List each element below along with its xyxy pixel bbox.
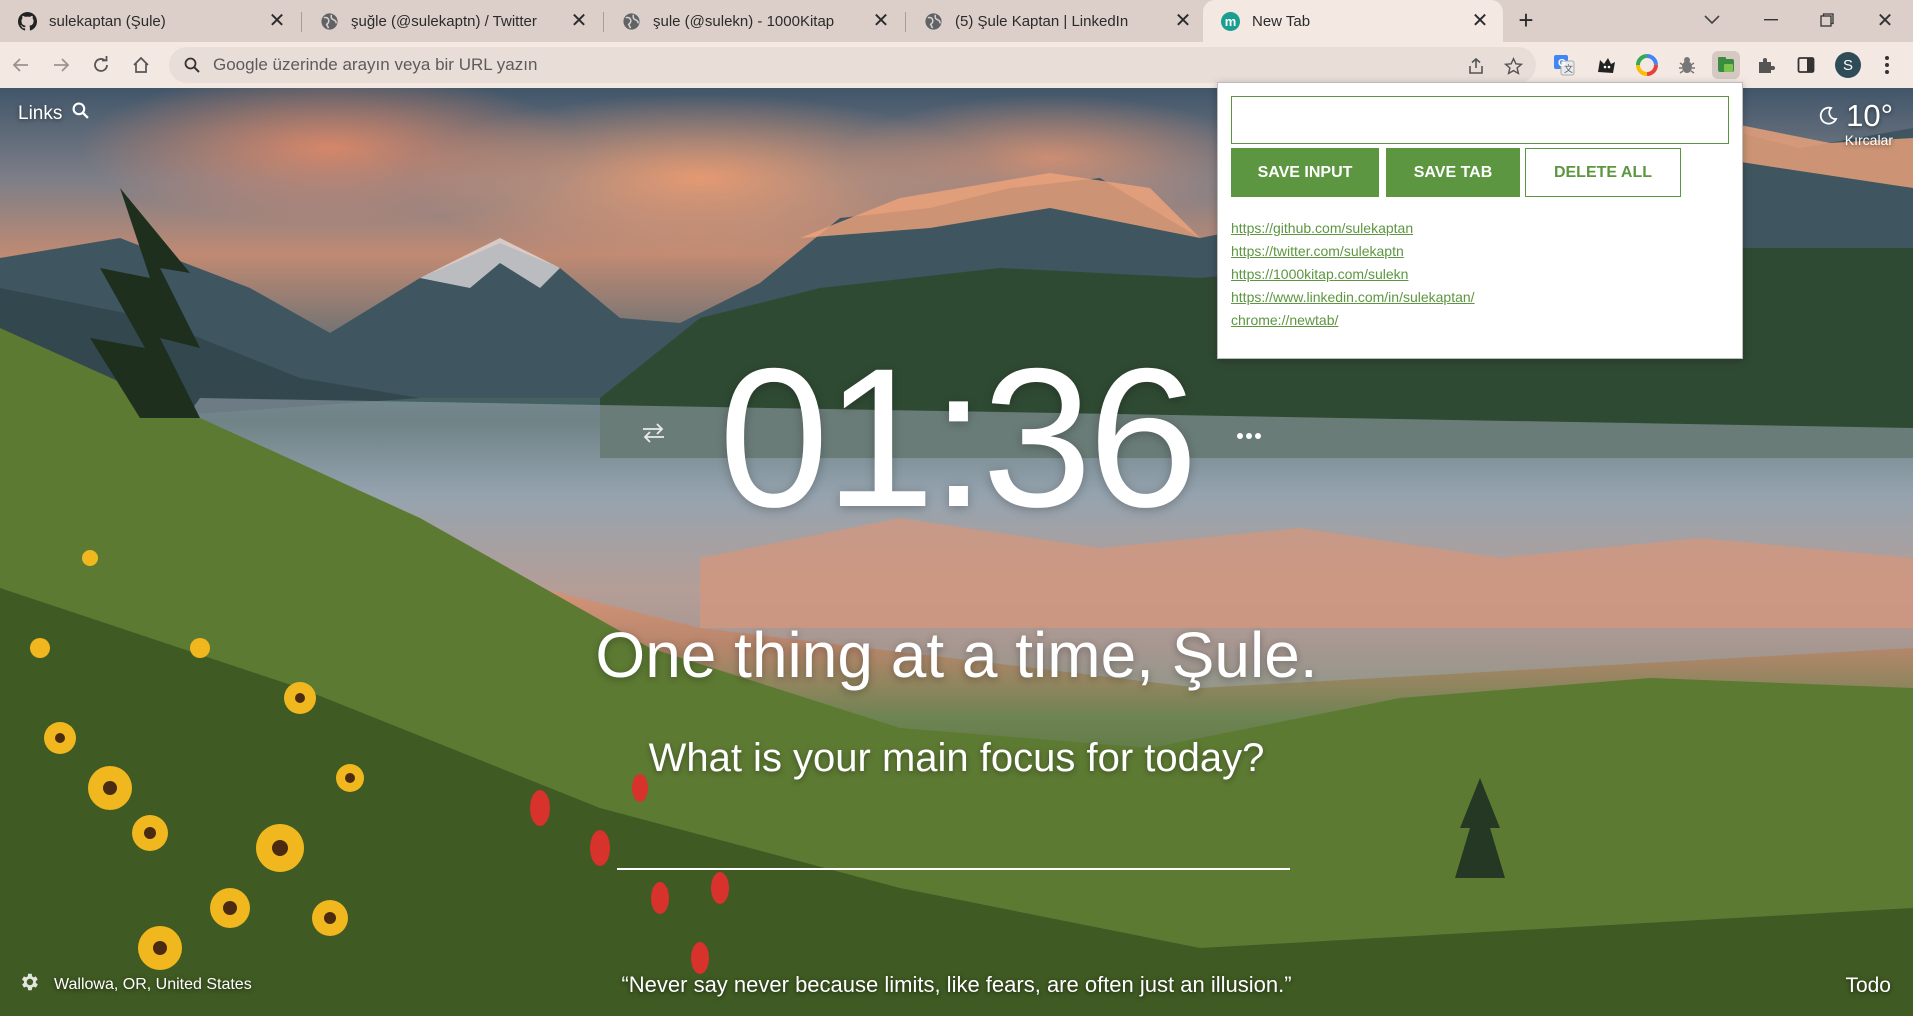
search-icon — [181, 54, 203, 76]
focus-question: What is your main focus for today? — [648, 736, 1265, 780]
saved-link[interactable]: https://1000kitap.com/sulekn — [1231, 266, 1408, 282]
list-item: https://1000kitap.com/sulekn — [1231, 266, 1475, 289]
restore-icon[interactable] — [1802, 0, 1852, 40]
address-input[interactable] — [213, 55, 1313, 75]
saved-link[interactable]: chrome://newtab/ — [1231, 312, 1338, 328]
tab-1000kitap[interactable]: şule (@sulekn) - 1000Kitap ✕ — [604, 0, 904, 42]
saved-links-extension-icon[interactable] — [1712, 51, 1740, 79]
reload-icon[interactable] — [87, 51, 115, 79]
tab-title: sulekaptan (Şule) — [49, 12, 166, 30]
more-options-icon[interactable] — [1236, 420, 1262, 446]
tab-linkedin[interactable]: (5) Şule Kaptan | LinkedIn ✕ — [906, 0, 1206, 42]
todo-button[interactable]: Todo — [1845, 974, 1891, 998]
link-input[interactable] — [1231, 96, 1729, 144]
close-tab-icon[interactable]: ✕ — [268, 11, 286, 31]
new-tab-plus-icon[interactable]: + — [1511, 6, 1541, 36]
daily-quote: “Never say never because limits, like fe… — [621, 972, 1292, 997]
tab-search-chevron-icon[interactable] — [1687, 0, 1737, 40]
extension-cat-icon[interactable] — [1592, 51, 1620, 79]
momentum-icon: m — [1221, 11, 1240, 31]
address-bar[interactable] — [169, 47, 1536, 83]
momentum-letter: m — [1224, 13, 1237, 29]
side-panel-icon[interactable] — [1792, 51, 1820, 79]
list-item: chrome://newtab/ — [1231, 312, 1475, 335]
list-item: https://github.com/sulekaptan — [1231, 220, 1475, 243]
clock: 01:36 — [718, 327, 1198, 548]
profile-avatar[interactable]: S — [1835, 52, 1861, 78]
links-menu[interactable]: Links — [18, 102, 90, 125]
close-tab-icon[interactable]: ✕ — [1471, 11, 1489, 31]
delete-all-button[interactable]: DELETE ALL — [1525, 148, 1681, 197]
home-icon[interactable] — [127, 51, 155, 79]
bug-icon[interactable] — [1673, 51, 1701, 79]
close-window-icon[interactable]: ✕ — [1860, 0, 1910, 40]
svg-text:文: 文 — [1564, 63, 1573, 74]
list-item: https://www.linkedin.com/in/sulekaptan/ — [1231, 289, 1475, 312]
globe-icon — [622, 12, 641, 31]
list-item: https://twitter.com/sulekaptn — [1231, 243, 1475, 266]
tab-title: şule (@sulekn) - 1000Kitap — [653, 12, 835, 30]
minimize-icon[interactable] — [1746, 0, 1796, 40]
menu-kebab-icon[interactable] — [1873, 51, 1901, 79]
greeting: One thing at a time, Şule. — [595, 619, 1318, 691]
color-picker-icon[interactable] — [1633, 51, 1661, 79]
share-icon[interactable] — [1465, 55, 1487, 77]
saved-links-popup: SAVE INPUT SAVE TAB DELETE ALL https://g… — [1217, 82, 1743, 359]
tab-strip: sulekaptan (Şule) ✕ şuğle (@sulekaptn) /… — [0, 0, 1913, 42]
saved-link[interactable]: https://twitter.com/sulekaptn — [1231, 243, 1404, 259]
search-icon[interactable] — [72, 102, 90, 125]
close-tab-icon[interactable]: ✕ — [872, 11, 890, 31]
close-tab-icon[interactable]: ✕ — [570, 11, 588, 31]
globe-icon — [320, 12, 339, 31]
saved-link[interactable]: https://www.linkedin.com/in/sulekaptan/ — [1231, 289, 1475, 305]
tab-title: şuğle (@sulekaptn) / Twitter — [351, 12, 537, 30]
tab-github[interactable]: sulekaptan (Şule) ✕ — [0, 0, 300, 42]
tab-title: (5) Şule Kaptan | LinkedIn — [955, 12, 1129, 30]
moon-icon — [1818, 98, 1838, 134]
close-tab-icon[interactable]: ✕ — [1174, 11, 1192, 31]
save-input-button[interactable]: SAVE INPUT — [1231, 148, 1379, 197]
extensions-puzzle-icon[interactable] — [1752, 51, 1780, 79]
temperature: 10° — [1846, 98, 1893, 133]
google-translate-icon[interactable]: G文 — [1550, 51, 1578, 79]
saved-link[interactable]: https://github.com/sulekaptan — [1231, 220, 1413, 236]
tab-title: New Tab — [1252, 12, 1311, 30]
saved-links-list: https://github.com/sulekaptan https://tw… — [1231, 220, 1475, 335]
clock-row: 01:36 — [0, 338, 1913, 538]
save-tab-button[interactable]: SAVE TAB — [1386, 148, 1520, 197]
back-arrow-icon[interactable] — [7, 51, 35, 79]
bookmark-star-icon[interactable] — [1502, 55, 1524, 77]
weather-widget[interactable]: 10° Kırcalar — [1818, 98, 1893, 148]
main-focus-input[interactable] — [617, 828, 1290, 870]
links-label: Links — [18, 102, 63, 124]
switch-mode-icon[interactable] — [640, 421, 667, 450]
github-icon — [18, 11, 37, 31]
tab-new-tab[interactable]: m New Tab ✕ — [1203, 0, 1503, 42]
weather-location: Kırcalar — [1844, 132, 1893, 148]
tab-twitter[interactable]: şuğle (@sulekaptn) / Twitter ✕ — [302, 0, 602, 42]
forward-arrow-icon[interactable] — [47, 51, 75, 79]
globe-icon — [924, 12, 943, 31]
